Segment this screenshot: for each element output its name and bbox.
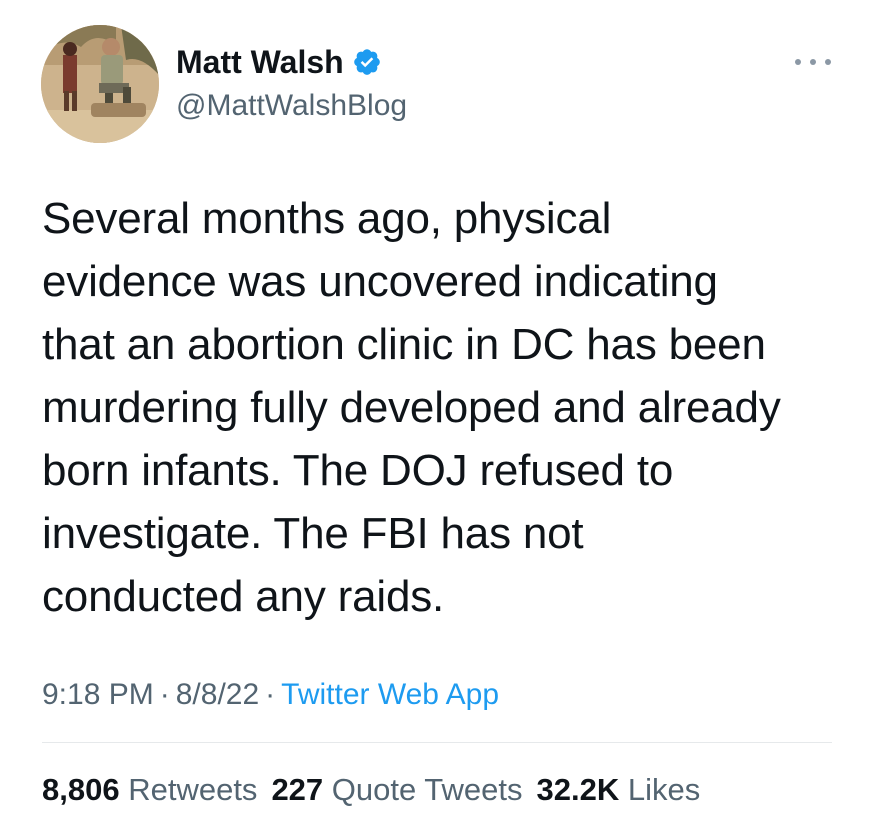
- tweet-time[interactable]: 9:18 PM: [42, 678, 154, 711]
- author-name-row: Matt Walsh: [176, 42, 382, 82]
- tweet-text: Several months ago, physical evidence wa…: [42, 194, 781, 621]
- quote-tweets-label: Quote Tweets: [331, 772, 523, 807]
- profile-photo: [41, 25, 159, 143]
- quote-tweets-count: 227: [271, 772, 324, 807]
- tweet-card: Matt Walsh @MattWalshBlog Several months…: [0, 0, 875, 827]
- likes-stat[interactable]: 32.2K Likes: [537, 772, 701, 807]
- author-handle[interactable]: @MattWalshBlog: [176, 86, 407, 126]
- tweet-date[interactable]: 8/8/22: [176, 678, 259, 711]
- divider: [42, 742, 832, 743]
- retweets-label: Retweets: [128, 772, 258, 807]
- avatar[interactable]: [41, 25, 159, 143]
- meta-separator: ·: [159, 678, 170, 711]
- retweets-count: 8,806: [42, 772, 120, 807]
- likes-label: Likes: [627, 772, 701, 807]
- tweet-stats: 8,806 Retweets 227 Quote Tweets 32.2K Like…: [42, 770, 714, 810]
- retweets-stat[interactable]: 8,806 Retweets: [42, 772, 257, 807]
- meta-separator: ·: [265, 678, 276, 711]
- more-options-icon[interactable]: [795, 52, 831, 72]
- tweet-meta: 9:18 PM · 8/8/22 · Twitter Web App: [42, 675, 499, 715]
- likes-count: 32.2K: [536, 772, 620, 807]
- verified-badge-icon: [352, 47, 382, 77]
- tweet-source-link[interactable]: Twitter Web App: [281, 678, 499, 711]
- author-display-name[interactable]: Matt Walsh: [176, 42, 344, 82]
- quote-tweets-stat[interactable]: 227 Quote Tweets: [271, 772, 522, 807]
